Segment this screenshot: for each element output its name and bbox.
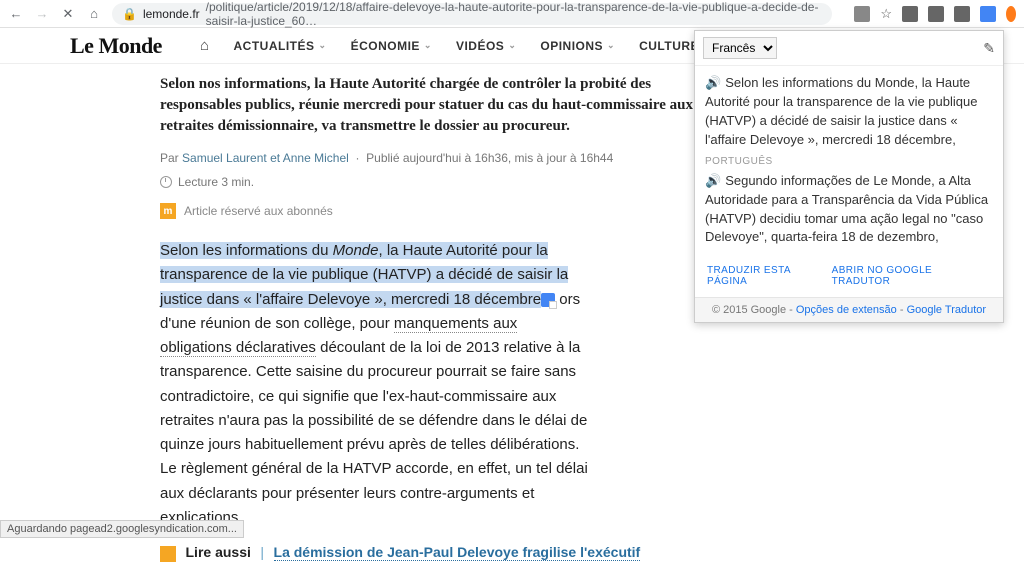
nav-actualites[interactable]: ACTUALITÉS⌄ <box>234 39 327 53</box>
nav-economie[interactable]: ÉCONOMIE⌄ <box>351 39 432 53</box>
nav-opinions[interactable]: OPINIONS⌄ <box>540 39 615 53</box>
gt-source-text: Selon les informations du Monde, la Haut… <box>705 75 977 147</box>
read-also: Lire aussi | La démission de Jean-Paul D… <box>160 544 700 562</box>
chevron-down-icon: ⌄ <box>607 40 615 51</box>
article-content: Selon nos informations, la Haute Autorit… <box>0 64 700 562</box>
gt-actions: TRADUZIR ESTA PÁGINA ABRIR NO GOOGLE TRA… <box>695 255 1003 297</box>
chevron-down-icon: ⌄ <box>319 40 327 51</box>
ext-icon-orange[interactable] <box>1006 6 1016 22</box>
article-authors[interactable]: Samuel Laurent et Anne Michel <box>182 151 349 165</box>
browser-status: Aguardando pagead2.googlesyndication.com… <box>0 520 244 538</box>
home-icon[interactable]: ⌂ <box>86 6 102 22</box>
chevron-down-icon: ⌄ <box>508 40 516 51</box>
chevron-down-icon: ⌄ <box>424 40 432 51</box>
google-translate-panel: Francês ✎ 🔊Selon les informations du Mon… <box>694 30 1004 323</box>
address-bar[interactable]: 🔒 lemonde.fr/politique/article/2019/12/1… <box>112 3 832 25</box>
gt-options-link[interactable]: Opções de extensão <box>796 304 897 316</box>
gt-language-select[interactable]: Francês <box>703 37 777 59</box>
gt-target-lang: Português <box>705 155 993 170</box>
url-host: lemonde.fr <box>143 7 200 21</box>
selected-text: Selon les informations du Monde, la Haut… <box>160 242 568 308</box>
edit-icon[interactable]: ✎ <box>983 40 995 57</box>
gt-open-translator[interactable]: ABRIR NO GOOGLE TRADUTOR <box>832 265 991 287</box>
gt-footer: © 2015 Google - Opções de extensão - Goo… <box>695 297 1003 322</box>
url-path: /politique/article/2019/12/18/affaire-de… <box>206 0 822 28</box>
speaker-icon[interactable]: 🔊 <box>705 173 721 188</box>
gt-header: Francês ✎ <box>695 31 1003 66</box>
forward-icon[interactable]: → <box>34 6 50 22</box>
read-also-link[interactable]: La démission de Jean-Paul Delevoye fragi… <box>274 544 641 561</box>
translate-ext-icon[interactable] <box>854 6 870 22</box>
reading-time: Lecture 3 min. <box>160 175 700 189</box>
article-meta: Par Samuel Laurent et Anne Michel · Publ… <box>160 151 700 165</box>
ext-icon-3[interactable] <box>954 6 970 22</box>
clock-icon <box>160 176 172 188</box>
nav-videos[interactable]: VIDÉOS⌄ <box>456 39 516 53</box>
extension-icons: ☆ <box>854 6 1016 22</box>
lock-icon: 🔒 <box>122 7 137 21</box>
article-published: Publié aujourd'hui à 16h36, mis à jour à… <box>366 151 613 165</box>
google-translate-ext-icon[interactable] <box>980 6 996 22</box>
inline-translate-icon[interactable] <box>541 293 555 307</box>
gt-app-link[interactable]: Google Tradutor <box>907 304 987 316</box>
ext-icon-2[interactable] <box>928 6 944 22</box>
site-logo[interactable]: Le Monde <box>70 33 162 59</box>
article-lead: Selon nos informations, la Haute Autorit… <box>160 74 700 137</box>
gt-translate-page[interactable]: TRADUZIR ESTA PÁGINA <box>707 265 832 287</box>
gt-target-text: Segundo informações de Le Monde, a Alta … <box>705 173 988 245</box>
ext-icon-1[interactable] <box>902 6 918 22</box>
gt-body: 🔊Selon les informations du Monde, la Hau… <box>695 66 1003 255</box>
subscriber-icon: m <box>160 203 176 219</box>
browser-toolbar: ← → ✕ ⌂ 🔒 lemonde.fr/politique/article/2… <box>0 0 1024 28</box>
speaker-icon[interactable]: 🔊 <box>705 75 721 90</box>
bookmark-star-icon[interactable]: ☆ <box>880 6 892 22</box>
stop-icon[interactable]: ✕ <box>60 6 76 22</box>
article-body: Selon les informations du Monde, la Haut… <box>160 239 590 530</box>
read-also-icon <box>160 546 176 562</box>
subscriber-notice: mArticle réservé aux abonnés <box>160 203 700 219</box>
back-icon[interactable]: ← <box>8 6 24 22</box>
nav-home-icon[interactable]: ⌂ <box>200 37 210 54</box>
